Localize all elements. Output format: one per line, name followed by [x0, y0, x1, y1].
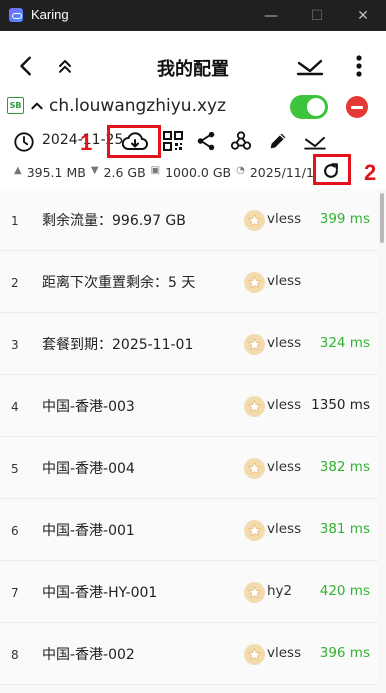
node-protocol: vless — [267, 521, 302, 537]
download-value: 2.6 GB — [103, 165, 146, 180]
node-row[interactable]: 3 套餐到期：2025-11-01 vless 324 ms — [0, 313, 378, 375]
window-titlebar: Karing — ☐ ✕ — [0, 0, 386, 31]
highlight-update-button — [107, 125, 161, 158]
edit-button[interactable] — [266, 129, 290, 153]
profile-type-badge: SB — [7, 97, 24, 114]
close-window-button[interactable]: ✕ — [340, 0, 386, 31]
favorite-star-icon[interactable] — [244, 334, 265, 355]
maximize-button[interactable]: ☐ — [294, 0, 340, 31]
node-name: 套餐到期：2025-11-01 — [42, 337, 194, 353]
qrcode-icon — [163, 131, 183, 151]
node-latency[interactable]: 382 ms — [320, 459, 370, 475]
favorite-star-icon[interactable] — [244, 644, 265, 665]
node-latency[interactable]: 381 ms — [320, 521, 370, 537]
node-latency[interactable]: 420 ms — [320, 583, 370, 599]
favorite-star-icon[interactable] — [244, 582, 265, 603]
more-vertical-icon — [356, 55, 362, 77]
node-index: 5 — [11, 462, 19, 476]
favorite-star-icon[interactable] — [244, 520, 265, 541]
node-index: 4 — [11, 400, 19, 414]
node-index: 2 — [11, 276, 19, 290]
share-icon — [197, 131, 215, 151]
inbox-tray-icon — [296, 59, 324, 76]
inbox-tray-icon — [304, 136, 326, 150]
upload-icon: ▲ — [14, 165, 22, 176]
expire-value: 2025/11/1 — [249, 165, 314, 180]
window-title: Karing — [31, 7, 69, 22]
profile-enable-toggle[interactable] — [290, 95, 328, 119]
node-name: 中国-香港-002 — [42, 647, 135, 663]
favorite-star-icon[interactable] — [244, 458, 265, 479]
node-name: 中国-香港-004 — [42, 461, 135, 477]
upload-value: 395.1 MB — [26, 165, 86, 180]
node-latency[interactable]: 399 ms — [320, 211, 370, 227]
node-latency[interactable]: 1350 ms — [311, 397, 370, 413]
node-name: 中国-香港-001 — [42, 523, 135, 539]
node-protocol: vless — [267, 397, 302, 413]
remove-profile-button[interactable] — [346, 96, 368, 118]
traffic-stats: ▲ 395.1 MB ▼ 2.6 GB ▣ 1000.0 GB ◔ 2025/11/1 — [14, 165, 314, 180]
app-header: 我的配置 — [0, 31, 386, 95]
node-latency[interactable]: 396 ms — [320, 645, 370, 661]
node-row[interactable]: 1 剩余流量：996.97 GB vless 399 ms — [0, 189, 378, 251]
update-time-icon — [12, 130, 36, 154]
node-index: 7 — [11, 586, 19, 600]
node-name: 中国-香港-HY-001 — [42, 585, 158, 601]
node-protocol: hy2 — [267, 583, 293, 599]
download-icon: ▼ — [90, 165, 99, 176]
karing-app-icon — [9, 8, 23, 22]
pencil-icon — [270, 133, 286, 149]
node-row[interactable]: 4 中国-香港-003 vless 1350 ms — [0, 375, 378, 437]
node-index: 8 — [11, 648, 19, 662]
node-name: 中国-香港-003 — [42, 399, 135, 415]
favorite-star-icon[interactable] — [244, 210, 265, 231]
node-row[interactable]: 2 距离下次重置剩余：5 天 vless — [0, 251, 378, 313]
more-menu-button[interactable] — [344, 51, 374, 81]
minimize-button[interactable]: — — [248, 0, 294, 31]
node-latency[interactable]: 324 ms — [320, 335, 370, 351]
list-scrollbar[interactable] — [380, 193, 384, 243]
profile-name: ch.louwangzhiyu.xyz — [49, 96, 227, 116]
chevron-up-icon — [31, 102, 43, 110]
annotation-marker-1: 1 — [80, 130, 93, 155]
node-protocol: vless — [267, 211, 302, 227]
qrcode-button[interactable] — [161, 129, 185, 153]
node-protocol: vless — [267, 335, 302, 351]
node-row[interactable]: 5 中国-香港-004 vless 382 ms — [0, 437, 378, 499]
node-list[interactable]: 1 剩余流量：996.97 GB vless 399 ms 2 距离下次重置剩余：5 天 v… — [0, 189, 386, 693]
collapse-profile-button[interactable] — [28, 97, 46, 115]
webhook-button[interactable] — [229, 129, 253, 153]
favorite-star-icon[interactable] — [244, 396, 265, 417]
favorite-star-icon[interactable] — [244, 272, 265, 293]
node-row[interactable]: 7 中国-香港-HY-001 hy2 420 ms — [0, 561, 378, 623]
node-index: 3 — [11, 338, 19, 352]
total-value: 1000.0 GB — [165, 165, 232, 180]
share-button[interactable] — [194, 129, 218, 153]
node-protocol: vless — [267, 645, 302, 661]
node-row[interactable]: 6 中国-香港-001 vless 381 ms — [0, 499, 378, 561]
node-row[interactable]: 8 中国-香港-002 vless 396 ms — [0, 623, 378, 685]
webhook-icon — [230, 131, 252, 150]
clock-icon — [14, 132, 34, 152]
node-index: 1 — [11, 214, 19, 228]
page-title: 我的配置 — [157, 59, 229, 80]
import-profile-button[interactable] — [302, 131, 328, 153]
node-name: 距离下次重置剩余：5 天 — [42, 275, 196, 291]
node-protocol: vless — [267, 459, 302, 475]
node-protocol: vless — [267, 273, 302, 289]
node-name: 剩余流量：996.97 GB — [42, 213, 186, 229]
node-index: 6 — [11, 524, 19, 538]
annotation-marker-2: 2 — [364, 160, 377, 185]
expire-icon: ◔ — [236, 165, 245, 176]
import-button[interactable] — [294, 51, 326, 81]
storage-icon: ▣ — [150, 165, 161, 176]
highlight-refresh-button — [313, 154, 351, 185]
